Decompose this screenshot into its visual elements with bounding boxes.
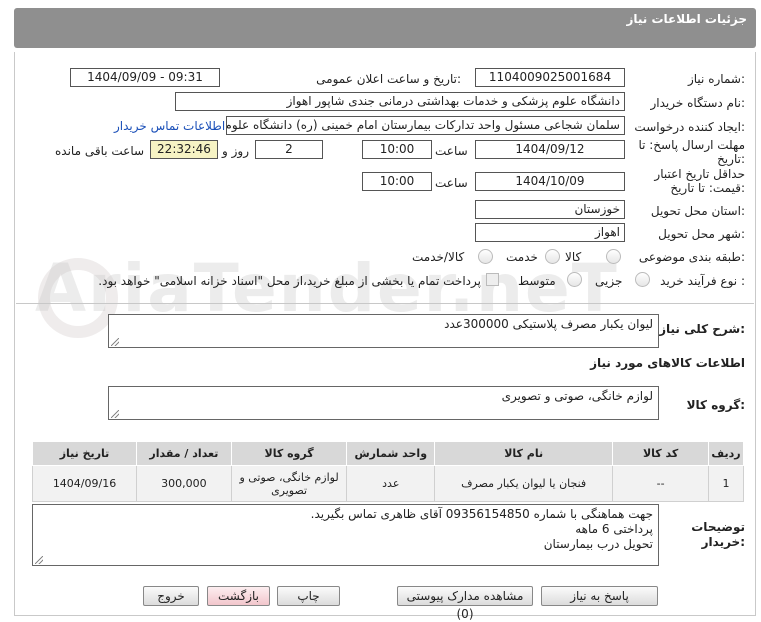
reply-deadline-label-2: تاریخ:	[717, 152, 745, 166]
col-header-date: تاریخ نیاز	[31, 441, 138, 466]
announce-label: تاریخ و ساعت اعلان عمومی:	[316, 72, 461, 86]
reply-days-field[interactable]: 2	[255, 140, 323, 159]
announce-field[interactable]: 1404/09/09 - 09:31	[70, 68, 220, 87]
category-radio-goods[interactable]	[606, 249, 621, 264]
reply-time-field[interactable]: 10:00	[362, 140, 432, 159]
reply-time-label: ساعت	[435, 144, 468, 158]
validity-label-1: حداقل تاریخ اعتبار	[654, 167, 745, 181]
process-radio-medium[interactable]	[567, 272, 582, 287]
category-radio-service[interactable]	[545, 249, 560, 264]
col-header-name: نام کالا	[434, 441, 614, 466]
validity-time-label: ساعت	[435, 176, 468, 190]
goods-group-label: گروه کالا:	[686, 398, 745, 412]
validity-date-field[interactable]: 1404/10/09	[475, 172, 625, 191]
need-number-label: شماره نیاز:	[687, 72, 745, 86]
description-textarea[interactable]: لیوان یکبار مصرف پلاستیکی 300000عدد	[108, 314, 659, 348]
resize-grip-icon[interactable]	[35, 556, 43, 564]
cell-name: فنجان یا لیوان یکبار مصرف	[434, 465, 614, 502]
reply-button[interactable]: پاسخ به نیاز	[541, 586, 658, 606]
category-option-service: خدمت	[506, 250, 538, 264]
cell-row-number: 1	[708, 465, 744, 502]
goods-group-text: لوازم خانگی، صوتی و تصویری	[501, 389, 653, 403]
print-button[interactable]: چاپ	[277, 586, 340, 606]
days-and-label: روز و	[222, 144, 249, 158]
buyer-field[interactable]: دانشگاه علوم پزشکی و خدمات بهداشتی درمان…	[175, 92, 625, 111]
cell-code: --	[612, 465, 710, 502]
description-text: لیوان یکبار مصرف پلاستیکی 300000عدد	[444, 317, 653, 331]
remaining-time-label: ساعت باقی مانده	[55, 144, 145, 158]
process-option-minor: جزیی	[595, 274, 623, 288]
description-label: شرح کلی نیاز:	[659, 322, 745, 336]
buyer-note-line: جهت هماهنگی با شماره 09356154850 آقای ظا…	[310, 507, 653, 521]
category-label: طبقه بندی موضوعی:	[638, 250, 745, 264]
reply-date-field[interactable]: 1404/09/12	[475, 140, 625, 159]
process-label: نوع فرآیند خرید :	[660, 274, 745, 288]
buyer-note-line: پرداختی 6 ماهه	[575, 522, 653, 536]
province-field[interactable]: خوزستان	[475, 200, 625, 219]
cell-quantity: 300,000	[136, 465, 232, 502]
section-divider	[16, 303, 754, 304]
validity-time-field[interactable]: 10:00	[362, 172, 432, 191]
buyer-notes-textarea[interactable]: جهت هماهنگی با شماره 09356154850 آقای ظا…	[32, 504, 659, 566]
page-title: جزئیات اطلاعات نیاز	[626, 12, 747, 26]
requester-field[interactable]: سلمان شجاعی مسئول واحد تدارکات بیمارستان…	[226, 116, 625, 135]
process-radio-minor[interactable]	[635, 272, 650, 287]
treasury-note: پرداخت تمام یا بخشی از مبلغ خرید،از محل …	[98, 274, 481, 288]
reply-deadline-label-1: مهلت ارسال پاسخ: تا	[638, 138, 745, 152]
resize-grip-icon[interactable]	[111, 410, 119, 418]
requester-label: ایجاد کننده درخواست:	[634, 120, 745, 134]
category-option-goods-service: کالا/خدمت	[412, 250, 465, 264]
exit-button[interactable]: خروج	[143, 586, 199, 606]
buyer-contact-link[interactable]: اطلاعات تماس خریدار	[114, 119, 225, 133]
goods-table: ردیف کد کالا نام کالا واحد شمارش گروه کا…	[31, 441, 744, 502]
cell-group: لوازم خانگی، صوتی و تصویری	[230, 465, 348, 502]
table-row[interactable]: 1 -- فنجان یا لیوان یکبار مصرف عدد لوازم…	[31, 465, 744, 502]
process-option-medium: متوسط	[518, 274, 556, 288]
goods-group-textarea[interactable]: لوازم خانگی، صوتی و تصویری	[108, 386, 659, 420]
province-label: استان محل تحویل:	[650, 204, 745, 218]
col-header-code: کد کالا	[612, 441, 710, 466]
cell-unit: عدد	[346, 465, 436, 502]
need-number-field[interactable]: 1104009025001684	[475, 68, 625, 87]
remaining-time-field: 22:32:46	[150, 140, 218, 159]
category-radio-goods-service[interactable]	[478, 249, 493, 264]
buyer-notes-label-1: توضیحات	[691, 520, 745, 534]
col-header-unit: واحد شمارش	[346, 441, 436, 466]
back-button[interactable]: بازگشت	[207, 586, 270, 606]
validity-label-2: قیمت: تا تاریخ:	[670, 181, 745, 195]
city-field[interactable]: اهواز	[475, 223, 625, 242]
cell-date: 1404/09/16	[31, 465, 138, 502]
treasury-checkbox[interactable]	[486, 273, 499, 286]
category-option-goods: کالا	[565, 250, 582, 264]
attachments-button[interactable]: مشاهده مدارک پیوستی (0)	[397, 586, 533, 621]
col-header-quantity: تعداد / مقدار	[136, 441, 232, 466]
col-header-group: گروه کالا	[230, 441, 348, 466]
col-header-row-number: ردیف	[708, 441, 744, 466]
buyer-notes-label-2: خریدار:	[701, 535, 745, 549]
buyer-note-line: تحویل درب بیمارستان	[543, 537, 653, 551]
table-header-row: ردیف کد کالا نام کالا واحد شمارش گروه کا…	[31, 441, 744, 466]
buyer-label: نام دستگاه خریدار:	[650, 96, 746, 110]
city-label: شهر محل تحویل:	[658, 227, 745, 241]
goods-info-title: اطلاعات کالاهای مورد نیاز	[590, 356, 745, 370]
resize-grip-icon[interactable]	[111, 338, 119, 346]
